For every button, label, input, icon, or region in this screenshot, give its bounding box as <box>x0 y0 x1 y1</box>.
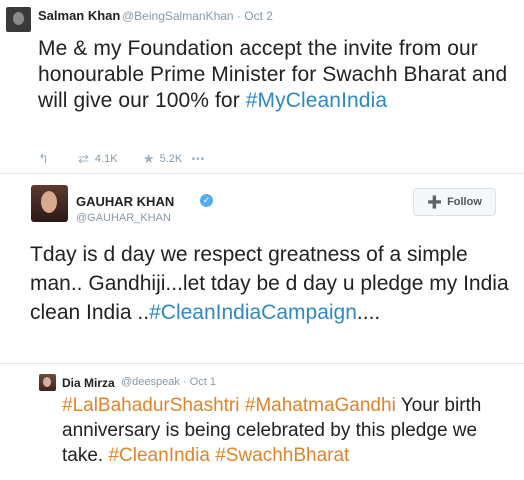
tweet1-text: Me & my Foundation accept the invite fro… <box>38 36 518 114</box>
more-icon[interactable]: ••• <box>192 154 206 165</box>
tweet2-author-name[interactable]: GAUHAR KHAN <box>76 194 174 209</box>
tweet2-hashtag-cleanindiacampaign[interactable]: #CleanIndiaCampaign <box>149 301 357 324</box>
tweet3-author-name[interactable]: Dia Mirza <box>62 376 115 390</box>
tweet2-handle[interactable]: @GAUHAR_KHAN <box>76 212 171 224</box>
tweet3-handle[interactable]: @deespeak · Oct 1 <box>121 376 216 388</box>
favorite-count: 5.2K <box>159 153 183 165</box>
hashtag-mahatmagandhi[interactable]: #MahatmaGandhi <box>245 395 396 416</box>
tweet1-handle[interactable]: @BeingSalmanKhan · Oct 2 <box>122 9 273 23</box>
tweet3-text: #LalBahadurShashtri #MahatmaGandhi Your … <box>62 393 522 468</box>
reply-icon[interactable]: ↰ <box>38 151 78 167</box>
retweet-count: 4.1K <box>94 153 118 165</box>
follow-label: Follow <box>447 196 482 208</box>
retweet-icon[interactable]: ⇄ <box>78 151 89 167</box>
tweet2-text-suffix: .... <box>356 301 381 324</box>
dia-mirza-avatar[interactable] <box>39 374 56 391</box>
tweet1-hashtag-mycleanindia[interactable]: #MyCleanIndia <box>246 89 387 112</box>
tweet-divider <box>0 363 524 364</box>
tweet-divider <box>0 173 524 174</box>
hashtag-lalbahadurshashtri[interactable]: #LalBahadurShashtri <box>62 395 239 416</box>
follow-button[interactable]: ➕ Follow <box>413 188 496 216</box>
tweet1-actions: ↰ ⇄ 4.1K ★ 5.2K ••• <box>38 150 205 168</box>
tweet1-author-name[interactable]: Salman Khan <box>38 8 120 23</box>
hashtag-cleanindia[interactable]: #CleanIndia <box>108 445 209 466</box>
follow-person-icon: ➕ <box>427 195 443 209</box>
gauhar-khan-avatar[interactable] <box>31 185 68 222</box>
favorite-icon[interactable]: ★ <box>143 151 155 167</box>
verified-badge-icon: ✓ <box>200 194 213 207</box>
hashtag-swachhbharat[interactable]: #SwachhBharat <box>215 445 349 466</box>
salman-khan-avatar[interactable] <box>6 7 31 32</box>
tweet2-text: Tday is d day we respect greatness of a … <box>30 240 520 327</box>
